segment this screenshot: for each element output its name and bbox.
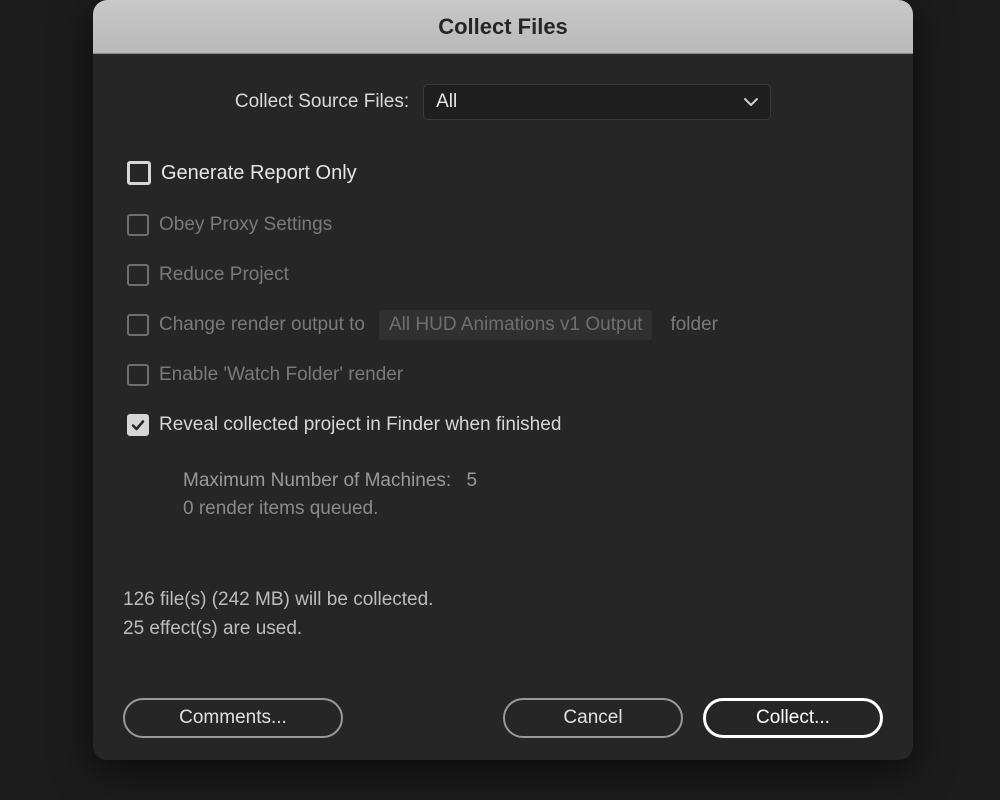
generate-report-checkbox[interactable] xyxy=(127,161,151,185)
change-output-folder-name: All HUD Animations v1 Output xyxy=(379,310,652,340)
collect-source-dropdown[interactable]: All xyxy=(423,84,771,120)
summary-effects: 25 effect(s) are used. xyxy=(123,615,883,644)
obey-proxy-checkbox[interactable] xyxy=(127,214,149,236)
option-reveal-finder: Reveal collected project in Finder when … xyxy=(127,400,883,450)
option-reduce-project: Reduce Project xyxy=(127,250,883,300)
comments-button-label: Comments... xyxy=(179,707,287,729)
change-output-prefix: Change render output to xyxy=(159,314,365,336)
checkmark-icon xyxy=(130,417,146,433)
render-queued-text: 0 render items queued. xyxy=(183,498,883,520)
reduce-project-checkbox[interactable] xyxy=(127,264,149,286)
reduce-project-label: Reduce Project xyxy=(159,264,289,286)
cancel-button[interactable]: Cancel xyxy=(503,698,683,738)
comments-button[interactable]: Comments... xyxy=(123,698,343,738)
obey-proxy-label: Obey Proxy Settings xyxy=(159,214,332,236)
machines-block: Maximum Number of Machines: 5 0 render i… xyxy=(183,470,883,520)
enable-watch-checkbox[interactable] xyxy=(127,364,149,386)
enable-watch-label: Enable 'Watch Folder' render xyxy=(159,364,403,386)
reveal-finder-checkbox[interactable] xyxy=(127,414,149,436)
option-enable-watch: Enable 'Watch Folder' render xyxy=(127,350,883,400)
reveal-finder-label: Reveal collected project in Finder when … xyxy=(159,414,561,436)
dialog-titlebar: Collect Files xyxy=(93,0,913,54)
change-output-checkbox[interactable] xyxy=(127,314,149,336)
option-change-output: Change render output to All HUD Animatio… xyxy=(127,300,883,350)
option-generate-report: Generate Report Only xyxy=(127,148,883,198)
chevron-down-icon xyxy=(744,91,758,113)
cancel-button-label: Cancel xyxy=(563,707,622,729)
collection-summary: 126 file(s) (242 MB) will be collected. … xyxy=(123,586,883,643)
collect-source-row: Collect Source Files: All xyxy=(123,84,883,120)
generate-report-label: Generate Report Only xyxy=(161,162,357,185)
collect-files-dialog: Collect Files Collect Source Files: All … xyxy=(93,0,913,760)
option-obey-proxy: Obey Proxy Settings xyxy=(127,200,883,250)
dialog-title: Collect Files xyxy=(438,14,568,40)
dialog-buttons: Comments... Cancel Collect... xyxy=(123,698,883,738)
collect-button-label: Collect... xyxy=(756,707,830,729)
summary-files: 126 file(s) (242 MB) will be collected. xyxy=(123,586,883,615)
machines-label: Maximum Number of Machines: xyxy=(183,470,451,491)
machines-row: Maximum Number of Machines: 5 xyxy=(183,470,883,492)
machines-value: 5 xyxy=(466,470,477,492)
collect-source-label: Collect Source Files: xyxy=(235,91,409,113)
options-group: Generate Report Only Obey Proxy Settings… xyxy=(127,148,883,520)
collect-button[interactable]: Collect... xyxy=(703,698,883,738)
collect-source-value: All xyxy=(436,91,457,113)
change-output-suffix: folder xyxy=(670,314,718,336)
dialog-body: Collect Source Files: All Generate Repor… xyxy=(93,54,913,663)
